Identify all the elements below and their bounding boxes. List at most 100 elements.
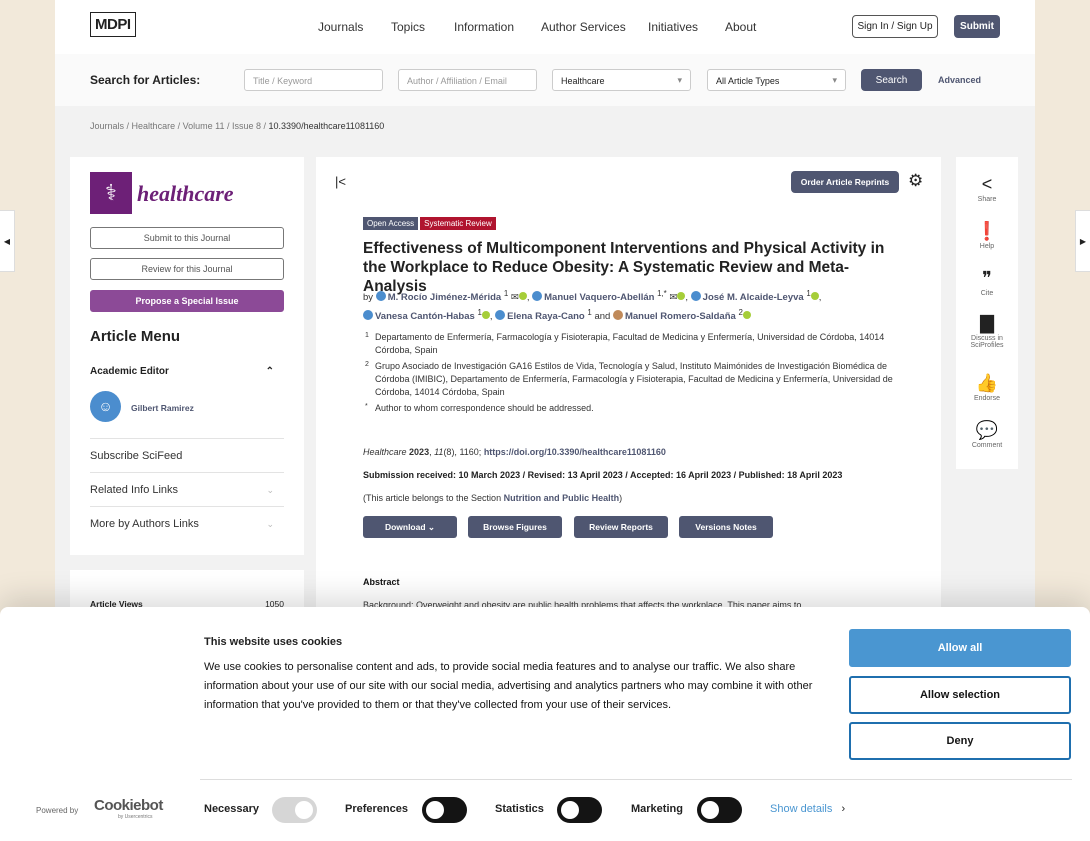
- necessary-toggle: [272, 797, 317, 823]
- breadcrumb-doi: 10.3390/healthcare11081160: [268, 121, 385, 131]
- endorse-button[interactable]: 👍 Endorse: [956, 372, 1018, 402]
- menu-label: Related Info Links: [90, 484, 179, 496]
- citation-line: Healthcare 2023, 11(8), 1160; https://do…: [363, 447, 666, 457]
- comment-button[interactable]: 💬 Comment: [956, 419, 1018, 449]
- open-access-badge: Open Access: [363, 217, 419, 230]
- author[interactable]: Vanesa Cantón-Habas: [375, 311, 475, 322]
- editor-name[interactable]: Gilbert Ramirez: [131, 403, 194, 413]
- author[interactable]: Manuel Romero-Saldaña: [625, 311, 736, 322]
- nav-journals[interactable]: Journals: [318, 20, 363, 34]
- doi-link[interactable]: https://doi.org/10.3390/healthcare110811…: [484, 447, 666, 457]
- necessary-label: Necessary: [204, 803, 260, 815]
- cookie-text: We use cookies to personalise content an…: [204, 661, 813, 711]
- browse-figures-button[interactable]: Browse Figures: [468, 516, 562, 538]
- versions-notes-button[interactable]: Versions Notes: [679, 516, 773, 538]
- preferences-label: Preferences: [345, 803, 408, 815]
- orcid-icon[interactable]: [481, 311, 490, 320]
- advanced-search-link[interactable]: Advanced: [938, 75, 981, 85]
- breadcrumb-volume[interactable]: Volume 11: [183, 121, 225, 131]
- submit-button[interactable]: Submit: [954, 15, 1000, 38]
- nav-about[interactable]: About: [725, 20, 756, 34]
- cookiebot-sub: by Usercentrics: [118, 814, 153, 820]
- author-affiliation: 1,*: [657, 289, 667, 298]
- author-input[interactable]: Author / Affiliation / Email: [398, 69, 537, 91]
- title-keyword-input[interactable]: Title / Keyword: [244, 69, 383, 91]
- search-button[interactable]: Search: [861, 69, 922, 91]
- chevron-up-icon: ⌃: [265, 366, 274, 377]
- download-button[interactable]: Download ⌄: [363, 516, 457, 538]
- chevron-right-icon: ›: [841, 803, 846, 815]
- discuss-button[interactable]: ▇ Discuss in SciProfiles: [956, 312, 1018, 349]
- cite-button[interactable]: ❞ Cite: [956, 267, 1018, 297]
- sign-in-button[interactable]: Sign In / Sign Up: [852, 15, 938, 38]
- caret-right-icon: ▶: [1079, 236, 1087, 246]
- affiliation: 1 Departamento de Enfermería, Farmacologí…: [365, 332, 885, 355]
- powered-by-label: Powered by: [36, 806, 79, 815]
- and-label: and: [594, 311, 611, 323]
- email-icon[interactable]: ✉: [511, 292, 519, 303]
- author[interactable]: José M. Alcaide-Leyva: [703, 292, 804, 303]
- subscribe-scifeed[interactable]: Subscribe SciFeed: [90, 438, 284, 472]
- orcid-icon[interactable]: [518, 292, 527, 301]
- orcid-icon[interactable]: [742, 311, 751, 320]
- journal-select[interactable]: Healthcare: [552, 69, 691, 91]
- quote-icon: ❞: [982, 268, 992, 288]
- author[interactable]: Elena Raya-Cano: [507, 311, 585, 322]
- nav-initiatives[interactable]: Initiatives: [648, 20, 698, 34]
- nav-author-services[interactable]: Author Services: [541, 20, 626, 34]
- show-details-link[interactable]: Show details ›: [770, 803, 845, 815]
- academic-editor-toggle[interactable]: Academic Editor ⌃: [90, 366, 284, 377]
- statistics-label: Statistics: [495, 803, 544, 815]
- related-info-links[interactable]: Related Info Links ⌄: [90, 472, 284, 506]
- chevron-down-icon: ⌄: [266, 485, 274, 495]
- breadcrumb-issue[interactable]: Issue 8: [232, 121, 261, 131]
- section-link[interactable]: Nutrition and Public Health: [504, 493, 620, 503]
- help-button[interactable]: ❗ Help: [956, 220, 1018, 250]
- gear-icon[interactable]: ⚙: [908, 171, 923, 191]
- author[interactable]: Manuel Vaquero-Abellán: [544, 292, 654, 303]
- share-icon: <: [981, 174, 993, 194]
- marketing-toggle[interactable]: [697, 797, 742, 823]
- journal-logo-icon[interactable]: ⚕: [90, 172, 132, 214]
- allow-selection-button[interactable]: Allow selection: [849, 676, 1071, 714]
- cookiebot-logo[interactable]: Cookiebot: [94, 797, 163, 814]
- affiliations: 1 Departamento de Enfermería, Farmacologí…: [363, 331, 893, 418]
- statistics-toggle[interactable]: [557, 797, 602, 823]
- by-label: by: [363, 292, 374, 304]
- search-bar: Search for Articles: Title / Keyword Aut…: [55, 54, 1035, 106]
- mdpi-logo[interactable]: MDPI: [90, 12, 136, 37]
- article-type-badge: Systematic Review: [420, 217, 496, 230]
- orcid-icon[interactable]: [677, 292, 686, 301]
- email-icon[interactable]: ✉: [669, 292, 677, 303]
- nav-topics[interactable]: Topics: [391, 20, 425, 34]
- submit-journal-button[interactable]: Submit to this Journal: [90, 227, 284, 249]
- author[interactable]: M. Rocío Jiménez-Mérida: [388, 292, 502, 303]
- cookie-banner: This website uses cookies We use cookies…: [0, 607, 1090, 841]
- orcid-icon[interactable]: [810, 292, 819, 301]
- right-panel-toggle[interactable]: ▶: [1075, 210, 1090, 272]
- nav-information[interactable]: Information: [454, 20, 514, 34]
- right-action-bar: < Share ❗ Help ❞ Cite ▇ Discuss in SciProfil…: [956, 157, 1018, 469]
- breadcrumb-healthcare[interactable]: Healthcare: [132, 121, 176, 131]
- divider: [200, 779, 1072, 780]
- academic-editor-label: Academic Editor: [90, 366, 169, 377]
- more-by-authors-links[interactable]: More by Authors Links ⌄: [90, 506, 284, 540]
- share-button[interactable]: < Share: [956, 173, 1018, 203]
- propose-special-issue-button[interactable]: Propose a Special Issue: [90, 290, 284, 312]
- allow-all-button[interactable]: Allow all: [849, 629, 1071, 667]
- caret-left-icon: ◀: [3, 236, 11, 246]
- left-sidebar: ⚕ healthcare Submit to this Journal Revi…: [70, 157, 304, 555]
- article-type-select[interactable]: All Article Types: [707, 69, 846, 91]
- preferences-toggle[interactable]: [422, 797, 467, 823]
- comment-icon: 💬: [975, 420, 999, 440]
- breadcrumb-journals[interactable]: Journals: [90, 121, 124, 131]
- author-affiliation: 1: [587, 308, 592, 318]
- review-journal-button[interactable]: Review for this Journal: [90, 258, 284, 280]
- collapse-sidebar-icon[interactable]: |<: [335, 174, 346, 189]
- search-label: Search for Articles:: [90, 73, 201, 87]
- left-panel-toggle[interactable]: ◀: [0, 210, 15, 272]
- order-reprints-button[interactable]: Order Article Reprints: [791, 171, 899, 193]
- journal-name[interactable]: healthcare: [137, 181, 234, 207]
- review-reports-button[interactable]: Review Reports: [574, 516, 668, 538]
- deny-button[interactable]: Deny: [849, 722, 1071, 760]
